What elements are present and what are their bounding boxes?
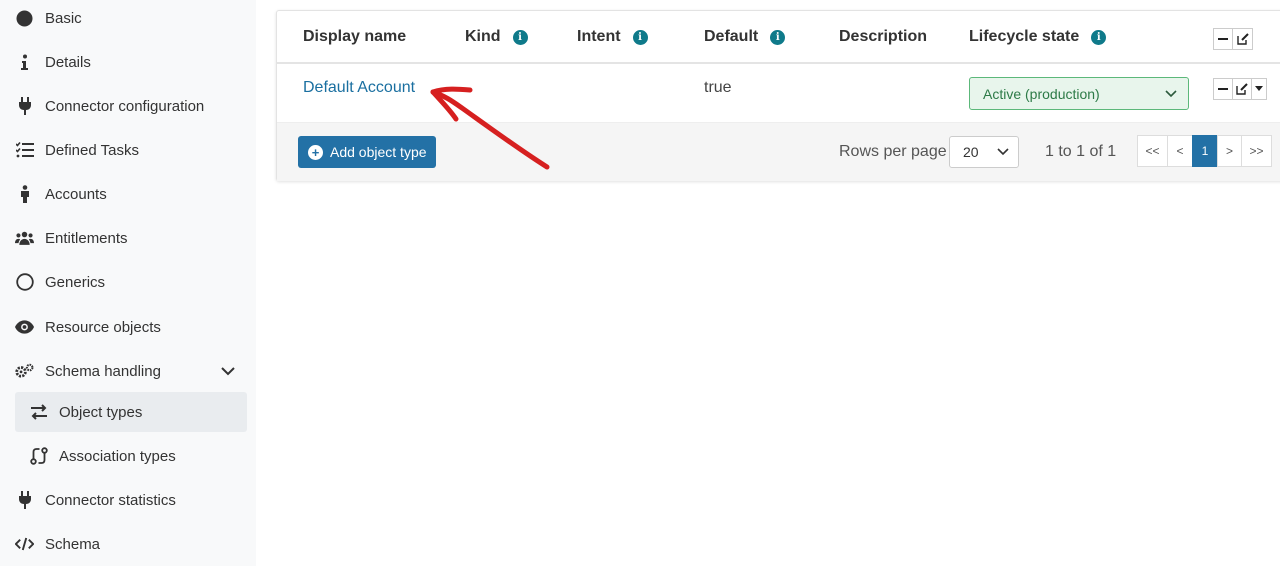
sidebar-item-label: Basic xyxy=(45,9,82,27)
header-divider xyxy=(277,62,1280,64)
edit-columns-button[interactable] xyxy=(1232,28,1253,50)
sidebar-item-association-types[interactable]: Association types xyxy=(0,436,256,476)
pagination: << < 1 > >> xyxy=(1137,135,1272,167)
sidebar-item-entitlements[interactable]: Entitlements xyxy=(0,218,256,258)
column-header-intent: Intent i xyxy=(577,27,648,47)
minus-icon xyxy=(1218,38,1228,40)
prev-page-button[interactable]: < xyxy=(1167,135,1193,167)
task-list-icon xyxy=(15,141,34,160)
sidebar-item-details[interactable]: Details xyxy=(0,42,256,82)
sidebar-item-label: Defined Tasks xyxy=(45,141,139,159)
info-icon[interactable]: i xyxy=(770,29,786,45)
sidebar-item-schema[interactable]: Schema xyxy=(0,524,256,564)
sidebar: Basic Details Connector configuration De… xyxy=(0,0,256,566)
sidebar-item-connector-statistics[interactable]: Connector statistics xyxy=(0,480,256,520)
sidebar-item-label: Schema xyxy=(45,535,101,553)
next-page-button[interactable]: > xyxy=(1217,135,1242,167)
sidebar-item-accounts[interactable]: Accounts xyxy=(0,174,256,214)
edit-icon xyxy=(1236,33,1249,45)
circle-filled-icon xyxy=(15,9,34,28)
column-header-lifecycle-state: Lifecycle state i xyxy=(969,27,1107,47)
plus-circle-icon: + xyxy=(308,144,323,160)
chevron-down-icon xyxy=(996,145,1010,159)
sidebar-item-label: Accounts xyxy=(45,185,107,203)
code-icon xyxy=(15,535,34,554)
sidebar-item-label: Connector statistics xyxy=(45,491,176,509)
default-cell: true xyxy=(704,79,732,96)
add-object-type-button[interactable]: + Add object type xyxy=(298,136,436,168)
info-icon xyxy=(15,53,34,72)
collapse-button[interactable] xyxy=(1213,28,1233,50)
column-header-kind: Kind i xyxy=(465,27,528,47)
sidebar-item-label: Object types xyxy=(59,403,143,421)
display-name-link[interactable]: Default Account xyxy=(303,79,415,97)
person-icon xyxy=(15,185,34,204)
circle-outline-icon xyxy=(15,273,34,292)
caret-down-icon xyxy=(1255,86,1263,91)
sidebar-item-object-types[interactable]: Object types xyxy=(15,392,247,432)
last-page-button[interactable]: >> xyxy=(1241,135,1272,167)
chevron-down-icon[interactable] xyxy=(220,363,236,379)
sidebar-item-resource-objects[interactable]: Resource objects xyxy=(0,307,256,347)
info-icon[interactable]: i xyxy=(1091,29,1107,45)
sidebar-item-label: Connector configuration xyxy=(45,97,205,115)
sidebar-item-label: Generics xyxy=(45,273,106,291)
pagination-range: 1 to 1 of 1 xyxy=(1045,143,1117,160)
page-1-button[interactable]: 1 xyxy=(1192,135,1218,167)
sidebar-item-label: Details xyxy=(45,53,91,71)
sidebar-item-label: Entitlements xyxy=(45,229,128,247)
object-types-table: Display name Kind i Intent i Default i Desc… xyxy=(276,10,1280,181)
sidebar-item-label: Association types xyxy=(59,447,176,465)
plug-icon xyxy=(15,97,34,116)
column-header-description: Description xyxy=(839,28,928,45)
info-icon[interactable]: i xyxy=(632,29,648,45)
info-icon[interactable]: i xyxy=(512,29,528,45)
users-icon xyxy=(15,229,34,248)
chevron-down-icon xyxy=(1164,87,1178,101)
rows-per-page-select[interactable]: 20 xyxy=(949,136,1019,168)
sidebar-item-schema-handling[interactable]: Schema handling xyxy=(0,351,256,391)
sidebar-item-label: Schema handling xyxy=(45,362,161,380)
association-icon xyxy=(29,447,48,466)
column-header-display-name[interactable]: Display name xyxy=(303,27,406,47)
plug-icon xyxy=(15,491,34,510)
eye-icon xyxy=(15,318,34,337)
remove-row-button[interactable] xyxy=(1213,78,1233,100)
sidebar-item-generics[interactable]: Generics xyxy=(0,262,256,302)
first-page-button[interactable]: << xyxy=(1137,135,1168,167)
edit-row-button[interactable] xyxy=(1232,78,1252,100)
sidebar-item-basic[interactable]: Basic xyxy=(0,0,256,38)
cogs-icon xyxy=(15,362,34,381)
minus-icon xyxy=(1218,88,1228,90)
exchange-icon xyxy=(29,403,48,422)
sidebar-item-defined-tasks[interactable]: Defined Tasks xyxy=(0,130,256,170)
rows-per-page-label: Rows per page xyxy=(839,143,947,160)
column-header-default: Default i xyxy=(704,27,786,47)
lifecycle-state-select[interactable]: Active (production) xyxy=(969,77,1189,110)
edit-icon xyxy=(1236,83,1248,95)
row-actions-dropdown[interactable] xyxy=(1251,78,1267,100)
sidebar-item-label: Resource objects xyxy=(45,318,161,336)
sidebar-item-connector-configuration[interactable]: Connector configuration xyxy=(0,86,256,126)
